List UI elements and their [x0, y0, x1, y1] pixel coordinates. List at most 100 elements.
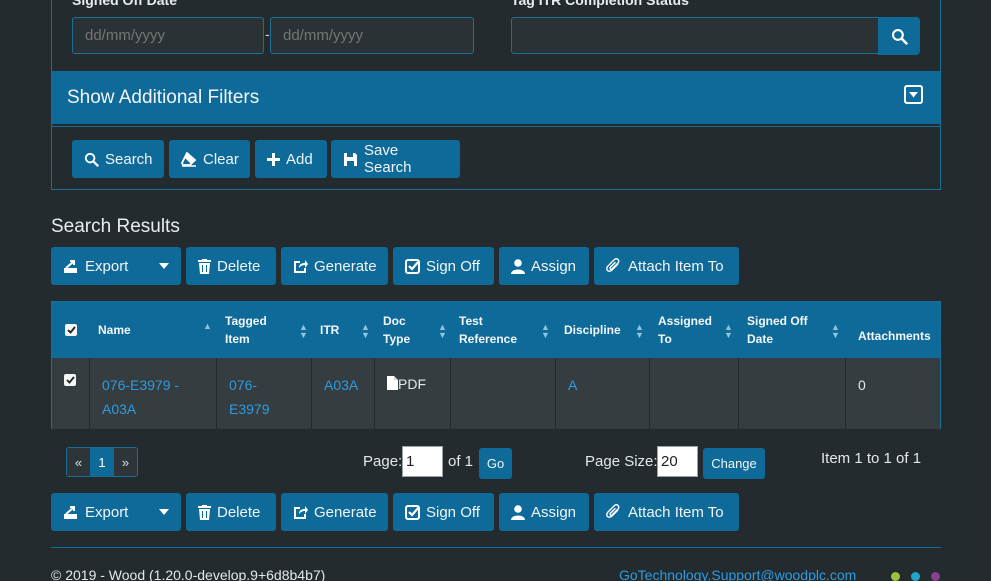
plus-icon [267, 152, 280, 166]
sort-icon[interactable]: ▲ ▼ [831, 323, 840, 340]
next-page-button[interactable]: » [114, 448, 137, 476]
cell-signed-off-date [739, 358, 846, 429]
change-page-size-button[interactable]: Change [703, 448, 765, 479]
share-square-icon [294, 505, 308, 519]
row-itr-link[interactable]: A03A [324, 377, 358, 393]
column-signed-off-date-label-2: Date [747, 332, 774, 346]
caret-down-icon[interactable] [147, 493, 181, 531]
generate-button[interactable]: Generate [281, 247, 388, 285]
paperclip-icon [606, 258, 620, 272]
clear-button-label: Clear [203, 150, 239, 168]
row-name-line-2: A03A [102, 401, 137, 417]
support-email-link[interactable]: GoTechnology.Support@woodplc.com [619, 567, 856, 581]
row-tagged-line-2: E3979 [229, 401, 270, 417]
pagination: « 1 » [66, 447, 138, 477]
row-discipline-link[interactable]: A [568, 377, 577, 393]
column-test-reference-label-1: Test [459, 314, 483, 328]
clear-button[interactable]: Clear [169, 140, 250, 178]
trash-icon [198, 504, 211, 520]
column-tagged-item[interactable]: Tagged Item [225, 302, 267, 358]
cell-discipline: A [556, 358, 650, 429]
sign-off-button-label: Sign Off [426, 257, 480, 275]
export-button-label: Export [85, 257, 129, 275]
table-header: Name ▲ Tagged Item ▲ ▼ ITR ▲ ▼ Doc Type ▲ ▼ T… [52, 302, 940, 358]
assign-button-bottom[interactable]: Assign [499, 493, 589, 531]
sort-icon[interactable]: ▲ ▼ [635, 323, 644, 340]
share-square-icon [294, 259, 308, 273]
results-table: Name ▲ Tagged Item ▲ ▼ ITR ▲ ▼ Doc Type ▲ ▼ T… [51, 301, 941, 429]
column-attachments: Attachments [858, 308, 931, 364]
search-results-title: Search Results [51, 216, 180, 237]
column-itr[interactable]: ITR [320, 302, 339, 358]
column-doc-type[interactable]: Doc Type [383, 302, 410, 358]
search-button-label: Search [105, 150, 153, 168]
page-size-input[interactable] [657, 446, 698, 477]
row-name-link[interactable]: 076-E3979 - A03A [102, 377, 179, 417]
delete-button-label: Delete [217, 257, 261, 275]
delete-button-bottom[interactable]: Delete [186, 493, 276, 531]
cell-tagged-item: 076- E3979 [217, 358, 312, 429]
delete-button[interactable]: Delete [186, 247, 276, 285]
generate-button-bottom[interactable]: Generate [281, 493, 388, 531]
page-number-input[interactable] [402, 446, 443, 477]
attach-item-to-button-label: Attach Item To [628, 257, 724, 275]
cell-name: 076-E3979 - A03A [90, 358, 217, 429]
column-assigned-to-label-2: To [658, 332, 672, 346]
column-name[interactable]: Name [98, 302, 131, 358]
column-assigned-to-label-1: Assigned [658, 314, 713, 328]
export-button-label: Export [85, 503, 129, 521]
sort-asc-icon[interactable]: ▲ [203, 322, 212, 331]
add-button-label: Add [286, 150, 313, 168]
tag-itr-status-label: Tag ITR Completion Status [511, 0, 689, 8]
tag-itr-search-button[interactable] [878, 17, 920, 55]
attach-item-to-button-bottom[interactable]: Attach Item To [594, 493, 739, 531]
cell-attachments: 0 [846, 358, 940, 429]
sort-icon[interactable]: ▲ ▼ [299, 323, 308, 340]
caret-down-icon[interactable] [147, 247, 181, 285]
column-test-reference[interactable]: Test Reference [459, 302, 517, 358]
paperclip-icon [606, 504, 620, 518]
sort-icon[interactable]: ▲ ▼ [541, 323, 550, 340]
export-button[interactable]: Export [51, 247, 181, 285]
sort-icon[interactable]: ▲ ▼ [724, 323, 733, 340]
additional-filters-toggle[interactable]: Show Additional Filters [52, 71, 940, 124]
row-checkbox[interactable] [52, 358, 90, 429]
cell-doc-type[interactable]: PDF [375, 358, 451, 429]
column-assigned-to[interactable]: Assigned To [658, 302, 712, 358]
sort-icon[interactable]: ▲ ▼ [361, 323, 370, 340]
sort-icon[interactable]: ▲ ▼ [438, 323, 447, 340]
table-row[interactable]: 076-E3979 - A03A 076- E3979 A03A PDF A 0 [52, 358, 940, 429]
column-tagged-item-label-1: Tagged [225, 314, 267, 328]
column-attachments-label: Attachments [858, 329, 931, 343]
export-button-bottom[interactable]: Export [51, 493, 181, 531]
sign-off-button[interactable]: Sign Off [393, 247, 494, 285]
save-search-button[interactable]: Save Search [331, 140, 460, 178]
row-name-line-1: 076-E3979 - [102, 377, 180, 393]
assign-button-label: Assign [531, 257, 577, 275]
prev-page-button[interactable]: « [67, 448, 90, 476]
brand-dot-green [891, 572, 900, 581]
export-icon [64, 505, 77, 519]
footer-divider [51, 547, 941, 548]
attach-item-to-button-label: Attach Item To [628, 503, 724, 521]
row-tagged-line-1: 076- [229, 377, 258, 393]
tag-itr-status-input[interactable] [511, 17, 879, 54]
generate-button-label: Generate [314, 257, 377, 275]
brand-dot-purple [931, 572, 940, 581]
add-button[interactable]: Add [255, 140, 327, 178]
page-1-button[interactable]: 1 [90, 448, 114, 476]
file-icon [387, 376, 398, 390]
column-discipline[interactable]: Discipline [564, 302, 621, 358]
select-all-checkbox[interactable] [65, 302, 77, 358]
search-button[interactable]: Search [72, 140, 164, 178]
attach-item-to-button[interactable]: Attach Item To [594, 247, 739, 285]
sign-off-button-label: Sign Off [426, 503, 480, 521]
signed-off-from-input[interactable] [72, 17, 264, 54]
row-tagged-item-link[interactable]: 076- E3979 [229, 377, 269, 417]
go-button[interactable]: Go [479, 448, 512, 479]
sign-off-button-bottom[interactable]: Sign Off [393, 493, 494, 531]
column-signed-off-date[interactable]: Signed Off Date [747, 302, 808, 358]
additional-filters-label: Show Additional Filters [67, 86, 260, 108]
assign-button[interactable]: Assign [499, 247, 589, 285]
signed-off-to-input[interactable] [270, 17, 474, 54]
